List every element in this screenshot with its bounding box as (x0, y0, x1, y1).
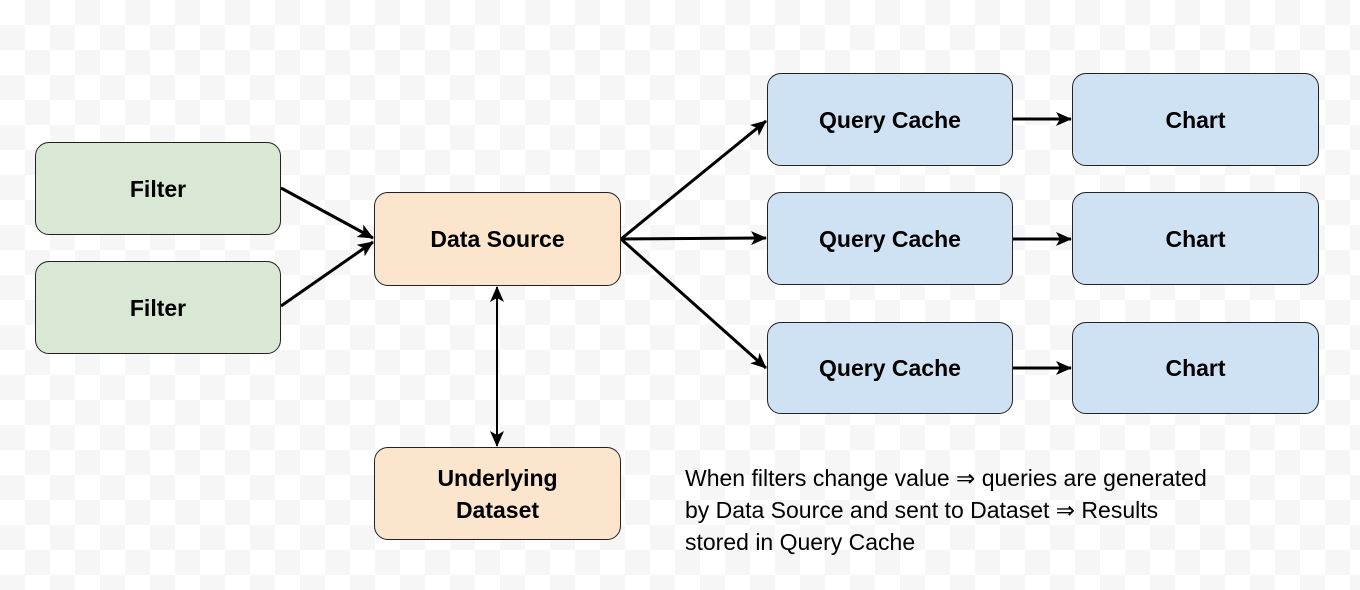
edge-source-cache1 (620, 119, 767, 241)
annotation-note: When filters change value ⇒ queries are … (685, 462, 1325, 558)
node-label: Chart (1165, 106, 1226, 133)
query-cache-node-2: Query Cache (767, 192, 1013, 285)
note-line: by Data Source and sent to Dataset ⇒ Res… (685, 497, 1159, 523)
node-label: Data Source (430, 226, 565, 252)
query-cache-node-3: Query Cache (767, 322, 1013, 414)
filter-node-2: Filter (35, 261, 281, 354)
node-label-line1: Underlying (437, 464, 558, 491)
note-line: stored in Query Cache (685, 529, 916, 555)
chart-node-2: Chart (1072, 192, 1319, 285)
node-label-line2: Dataset (455, 496, 540, 523)
node-label: Chart (1165, 225, 1226, 252)
chart-node-3: Chart (1072, 322, 1319, 414)
data-source-node: Data Source (374, 192, 621, 286)
node-label: Query Cache (819, 106, 961, 133)
node-label: Query Cache (819, 355, 961, 381)
edge-source-cache3 (620, 237, 767, 370)
node-label: Chart (1165, 355, 1226, 381)
query-cache-node-1: Query Cache (767, 73, 1013, 166)
underlying-dataset-node: Underlying Dataset (374, 447, 621, 540)
node-label: Filter (129, 175, 187, 202)
node-label: Query Cache (819, 225, 961, 252)
note-line: When filters change value ⇒ queries are … (685, 465, 1207, 491)
filter-node-1: Filter (35, 142, 281, 235)
edge-filter2-source (280, 240, 374, 308)
edge-source-cache2 (620, 231, 767, 246)
node-label: Filter (129, 294, 187, 321)
edge-filter1-source (280, 186, 374, 240)
chart-node-1: Chart (1072, 73, 1319, 166)
